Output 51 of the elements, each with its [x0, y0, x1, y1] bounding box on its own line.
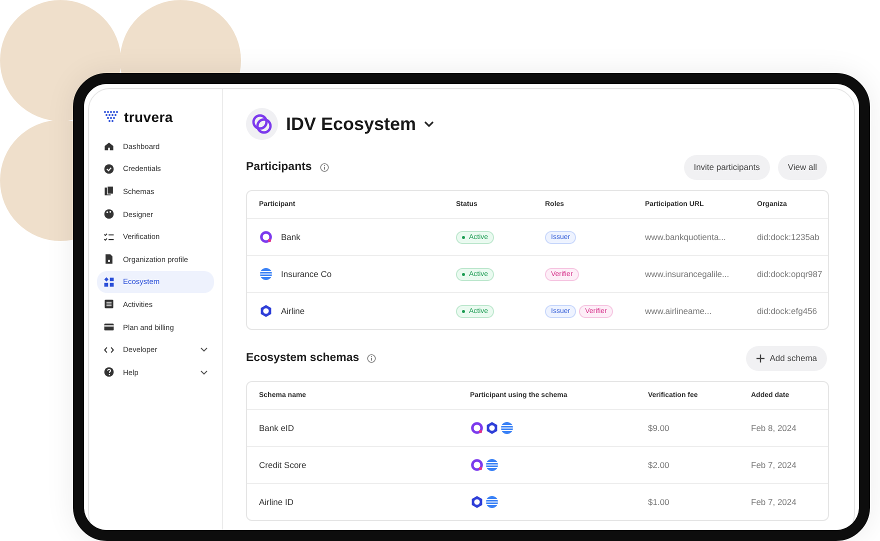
hexagon-ring-icon [485, 421, 499, 435]
hexagon-ring-icon [259, 304, 273, 318]
schema-name: Credit Score [259, 460, 306, 470]
list-icon [103, 298, 115, 310]
verification-fee: $1.00 [648, 497, 670, 507]
verification-fee: $2.00 [648, 460, 670, 470]
document-icon [103, 253, 115, 266]
add-schema-button[interactable]: Add schema [746, 346, 827, 370]
participation-url: www.insurancegalile... [645, 269, 730, 279]
badge-check-icon [103, 162, 115, 175]
help-icon [103, 366, 115, 378]
brand-name: truvera [124, 109, 173, 125]
hexagon-ring-icon [470, 495, 484, 509]
home-icon [103, 140, 115, 152]
section-title: Ecosystem schemas [246, 352, 360, 364]
schema-name: Airline ID [259, 497, 294, 507]
schema-name: Bank eID [259, 423, 294, 433]
verification-fee: $9.00 [648, 423, 670, 433]
ecosystem-dropdown[interactable]: IDV Ecosystem [286, 114, 434, 134]
organization-id: did:dock:efg456 [757, 306, 818, 316]
participant-name: Insurance Co [281, 269, 332, 279]
organization-id: did:dock:opqr987 [757, 269, 822, 279]
info-icon [320, 162, 329, 172]
action-button[interactable]: View all [778, 154, 827, 180]
added-date: Feb 7, 2024 [751, 497, 796, 507]
chevron-down-icon [424, 121, 434, 127]
participant-name: Airline [281, 306, 305, 316]
organization-id: did:dock:1235ab [757, 232, 820, 242]
participation-url: www.bankquotienta... [645, 232, 726, 242]
linked-rings-icon [246, 108, 278, 140]
added-date: Feb 8, 2024 [751, 423, 796, 433]
dotted-shield-logo-icon [103, 110, 119, 124]
striped-globe-icon [500, 421, 514, 435]
plus-icon [756, 354, 765, 362]
info-icon [367, 354, 376, 362]
striped-globe-icon [259, 267, 273, 281]
documents-icon [103, 185, 115, 198]
participant-name: Bank [281, 232, 300, 242]
added-date: Feb 7, 2024 [751, 460, 796, 470]
credit-card-icon [103, 321, 115, 334]
q-logo-icon [470, 421, 484, 435]
action-button[interactable]: Invite participants [684, 154, 770, 180]
palette-icon [103, 208, 115, 220]
striped-globe-icon [485, 458, 499, 472]
section-title: Participants [246, 161, 312, 173]
q-logo-icon [259, 230, 273, 244]
q-logo-icon [470, 458, 484, 472]
participation-url: www.airlineame... [645, 306, 712, 316]
checklist-icon [103, 230, 115, 243]
striped-globe-icon [485, 495, 499, 509]
grid-icon [103, 276, 115, 288]
